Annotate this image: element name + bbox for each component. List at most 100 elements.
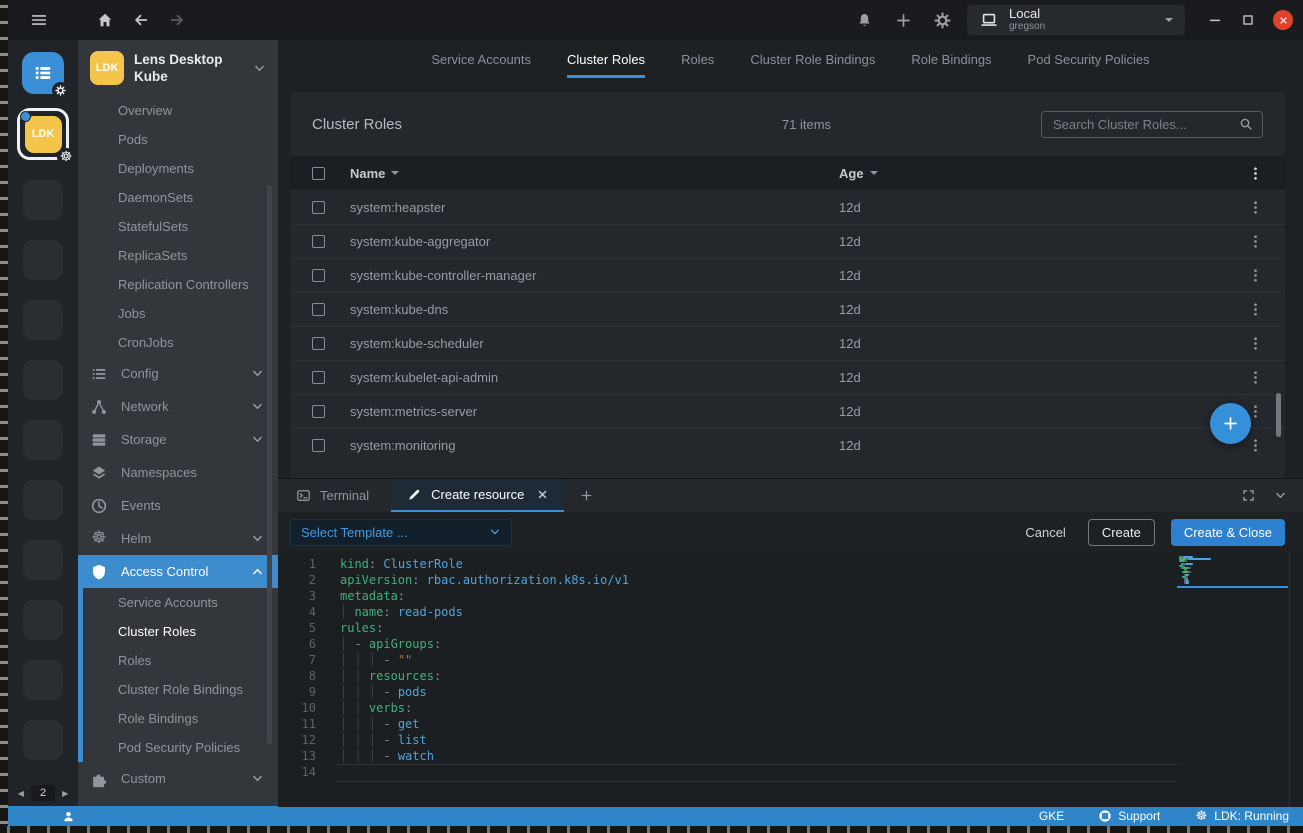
status-support[interactable]: Support: [1098, 809, 1160, 823]
editor-minimap[interactable]: [1177, 555, 1288, 615]
row-menu-icon[interactable]: [1248, 234, 1263, 249]
list-icon: [90, 365, 108, 383]
tab-cluster-role-bindings[interactable]: Cluster Role Bindings: [750, 40, 875, 78]
column-age[interactable]: Age: [839, 166, 1239, 181]
status-dot: [20, 111, 31, 122]
row-age: 12d: [839, 370, 1239, 385]
settings-gear-icon[interactable]: [934, 12, 951, 29]
tab-roles[interactable]: Roles: [681, 40, 714, 78]
table-row[interactable]: system:kube-controller-manager12d: [290, 258, 1285, 292]
sidebar-section-namespaces[interactable]: Namespaces: [78, 456, 278, 489]
sidebar-section-custom[interactable]: Custom: [78, 762, 278, 795]
table-row[interactable]: system:monitoring12d: [290, 428, 1285, 462]
expand-dock-icon[interactable]: [1242, 489, 1255, 502]
template-select[interactable]: Select Template ...: [290, 519, 512, 546]
row-checkbox[interactable]: [312, 337, 325, 350]
minimize-icon[interactable]: [1207, 12, 1223, 28]
dock-tab-create-resource[interactable]: Create resource: [391, 479, 564, 512]
close-tab-icon[interactable]: [537, 489, 548, 500]
row-checkbox[interactable]: [312, 235, 325, 248]
add-resource-button[interactable]: [1210, 403, 1251, 444]
create-and-close-button[interactable]: Create & Close: [1171, 519, 1285, 546]
cluster-ldk-button[interactable]: LDK ☸: [17, 108, 69, 160]
forward-icon[interactable]: [168, 11, 186, 29]
status-gke[interactable]: GKE: [1039, 809, 1064, 823]
tab-service-accounts[interactable]: Service Accounts: [431, 40, 531, 78]
tab-cluster-roles[interactable]: Cluster Roles: [567, 40, 645, 78]
catalog-button[interactable]: [22, 52, 64, 94]
close-window-button[interactable]: [1273, 10, 1293, 30]
row-menu-icon[interactable]: [1248, 200, 1263, 215]
sidebar-item-jobs[interactable]: Jobs: [78, 299, 278, 328]
page-prev-icon[interactable]: ◀: [18, 789, 24, 798]
table-menu-icon[interactable]: [1248, 166, 1263, 181]
sidebar-header[interactable]: LDK Lens DesktopKube: [78, 40, 278, 96]
new-dock-tab-icon[interactable]: [580, 489, 593, 502]
sidebar-section-storage[interactable]: Storage: [78, 423, 278, 456]
tab-pod-security-policies[interactable]: Pod Security Policies: [1028, 40, 1150, 78]
row-menu-icon[interactable]: [1248, 438, 1263, 453]
sidebar-section-access-control[interactable]: Access Control: [78, 555, 278, 588]
row-checkbox[interactable]: [312, 303, 325, 316]
cluster-select-dropdown[interactable]: Local gregson: [967, 5, 1185, 35]
minimap-mark: [1189, 567, 1191, 569]
sidebar-item-replication-controllers[interactable]: Replication Controllers: [78, 270, 278, 299]
sidebar-item-overview[interactable]: Overview: [78, 96, 278, 125]
menu-icon[interactable]: [30, 11, 48, 29]
row-checkbox[interactable]: [312, 439, 325, 452]
sidebar-item-pod-security-policies[interactable]: Pod Security Policies: [78, 733, 278, 762]
create-button[interactable]: Create: [1088, 519, 1155, 546]
table-row[interactable]: system:kube-scheduler12d: [290, 326, 1285, 360]
sidebar-item-statefulsets[interactable]: StatefulSets: [78, 212, 278, 241]
status-ldk-running[interactable]: ☸LDK: Running: [1194, 809, 1289, 823]
cancel-button[interactable]: Cancel: [1025, 525, 1065, 540]
sidebar-scrollbar[interactable]: [267, 185, 272, 745]
row-menu-icon[interactable]: [1248, 268, 1263, 283]
sidebar-item-role-bindings[interactable]: Role Bindings: [78, 704, 278, 733]
sidebar-item-cluster-roles[interactable]: Cluster Roles: [78, 617, 278, 646]
sidebar-item-replicasets[interactable]: ReplicaSets: [78, 241, 278, 270]
table-row[interactable]: system:kube-aggregator12d: [290, 224, 1285, 258]
search-input[interactable]: [1051, 116, 1233, 133]
sidebar-item-roles[interactable]: Roles: [78, 646, 278, 675]
user-icon[interactable]: [62, 810, 75, 823]
chevron-down-icon[interactable]: [253, 62, 266, 75]
sidebar-section-config[interactable]: Config: [78, 357, 278, 390]
sidebar-item-deployments[interactable]: Deployments: [78, 154, 278, 183]
cluster-rail: LDK ☸ ◀ 2 ▶: [8, 40, 78, 806]
select-all-checkbox[interactable]: [312, 167, 325, 180]
sidebar-item-cronjobs[interactable]: CronJobs: [78, 328, 278, 357]
table-row[interactable]: system:metrics-server12d: [290, 394, 1285, 428]
row-menu-icon[interactable]: [1248, 404, 1263, 419]
table-scrollbar[interactable]: [1276, 393, 1281, 437]
collapse-dock-chevron-icon[interactable]: [1274, 489, 1287, 502]
sidebar-item-daemonsets[interactable]: DaemonSets: [78, 183, 278, 212]
row-checkbox[interactable]: [312, 269, 325, 282]
maximize-icon[interactable]: [1240, 12, 1256, 28]
yaml-editor[interactable]: 1kind: ClusterRole2apiVersion: rbac.auth…: [278, 552, 1303, 807]
helm-icon: ☸: [90, 530, 108, 548]
table-row[interactable]: system:heapster12d: [290, 190, 1285, 224]
row-menu-icon[interactable]: [1248, 302, 1263, 317]
row-checkbox[interactable]: [312, 371, 325, 384]
add-plus-icon[interactable]: [895, 12, 912, 29]
dock-tab-terminal[interactable]: Terminal: [290, 479, 375, 512]
back-icon[interactable]: [132, 11, 150, 29]
sidebar-section-events[interactable]: Events: [78, 489, 278, 522]
row-menu-icon[interactable]: [1248, 336, 1263, 351]
notifications-bell-icon[interactable]: [856, 12, 873, 29]
table-row[interactable]: system:kube-dns12d: [290, 292, 1285, 326]
table-row[interactable]: system:kubelet-api-admin12d: [290, 360, 1285, 394]
sidebar-item-service-accounts[interactable]: Service Accounts: [78, 588, 278, 617]
tab-role-bindings[interactable]: Role Bindings: [911, 40, 991, 78]
column-name[interactable]: Name: [350, 166, 839, 181]
sidebar-item-cluster-role-bindings[interactable]: Cluster Role Bindings: [78, 675, 278, 704]
sidebar-section-network[interactable]: Network: [78, 390, 278, 423]
row-checkbox[interactable]: [312, 405, 325, 418]
sidebar-item-pods[interactable]: Pods: [78, 125, 278, 154]
page-next-icon[interactable]: ▶: [62, 789, 68, 798]
home-icon[interactable]: [96, 11, 114, 29]
row-checkbox[interactable]: [312, 201, 325, 214]
row-menu-icon[interactable]: [1248, 370, 1263, 385]
sidebar-section-helm[interactable]: ☸Helm: [78, 522, 278, 555]
